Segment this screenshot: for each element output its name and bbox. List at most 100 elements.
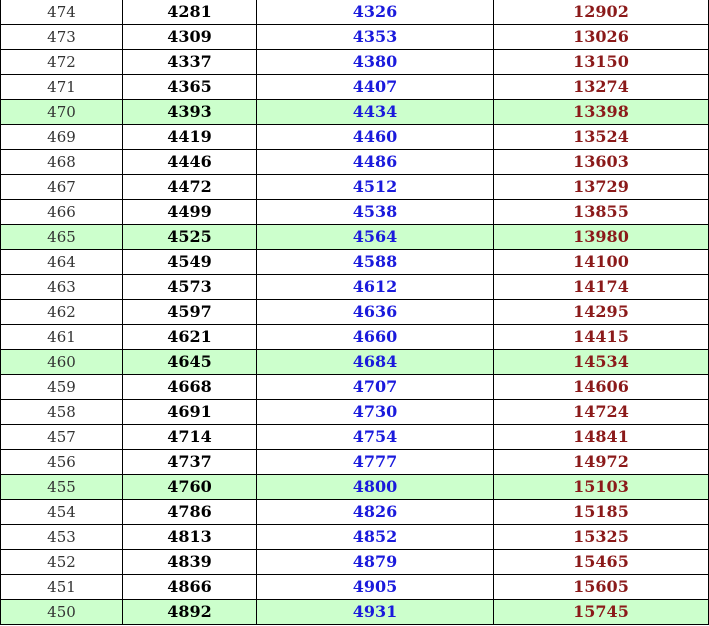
table-row: 471 4365 4407 13274 <box>0 74 709 100</box>
count-a-cell: 4691 <box>122 399 257 425</box>
score-cell: 466 <box>0 199 123 225</box>
score-cell: 457 <box>0 424 123 450</box>
count-c-cell: 15185 <box>493 499 709 525</box>
score-cell: 454 <box>0 499 123 525</box>
table-row: 466 4499 4538 13855 <box>0 199 709 225</box>
score-cell: 462 <box>0 299 123 325</box>
count-a-cell: 4419 <box>122 124 257 150</box>
count-c-cell: 15103 <box>493 474 709 500</box>
count-b-cell: 4380 <box>256 49 494 75</box>
count-b-cell: 4707 <box>256 374 494 400</box>
count-c-cell: 13274 <box>493 74 709 100</box>
count-c-cell: 14415 <box>493 324 709 350</box>
count-a-cell: 4281 <box>122 0 257 25</box>
count-a-cell: 4621 <box>122 324 257 350</box>
count-b-cell: 4852 <box>256 524 494 550</box>
count-c-cell: 13524 <box>493 124 709 150</box>
count-b-cell: 4684 <box>256 349 494 375</box>
count-c-cell: 14100 <box>493 249 709 275</box>
table-row: 461 4621 4660 14415 <box>0 324 709 350</box>
count-c-cell: 13729 <box>493 174 709 200</box>
count-a-cell: 4393 <box>122 99 257 125</box>
score-cell: 468 <box>0 149 123 175</box>
table-row: 452 4839 4879 15465 <box>0 549 709 575</box>
table-row: 464 4549 4588 14100 <box>0 249 709 275</box>
count-c-cell: 15745 <box>493 599 709 625</box>
count-c-cell: 13980 <box>493 224 709 250</box>
count-c-cell: 13026 <box>493 24 709 50</box>
count-a-cell: 4813 <box>122 524 257 550</box>
count-c-cell: 14724 <box>493 399 709 425</box>
table-row: 457 4714 4754 14841 <box>0 424 709 450</box>
table-row: 469 4419 4460 13524 <box>0 124 709 150</box>
score-cell: 469 <box>0 124 123 150</box>
table-row: 456 4737 4777 14972 <box>0 449 709 475</box>
score-cell: 473 <box>0 24 123 50</box>
count-c-cell: 14972 <box>493 449 709 475</box>
count-a-cell: 4737 <box>122 449 257 475</box>
count-b-cell: 4730 <box>256 399 494 425</box>
score-cell: 450 <box>0 599 123 625</box>
table-row: 467 4472 4512 13729 <box>0 174 709 200</box>
count-b-cell: 4879 <box>256 549 494 575</box>
count-c-cell: 14841 <box>493 424 709 450</box>
score-cell: 465 <box>0 224 123 250</box>
score-cell: 459 <box>0 374 123 400</box>
score-cell: 455 <box>0 474 123 500</box>
count-c-cell: 14606 <box>493 374 709 400</box>
score-cell: 474 <box>0 0 123 25</box>
table-row: 473 4309 4353 13026 <box>0 24 709 50</box>
count-b-cell: 4905 <box>256 574 494 600</box>
count-b-cell: 4754 <box>256 424 494 450</box>
table-row: 454 4786 4826 15185 <box>0 499 709 525</box>
score-cell: 463 <box>0 274 123 300</box>
score-cell: 460 <box>0 349 123 375</box>
count-c-cell: 14174 <box>493 274 709 300</box>
table-row: 450 4892 4931 15745 <box>0 599 709 625</box>
count-a-cell: 4573 <box>122 274 257 300</box>
count-a-cell: 4645 <box>122 349 257 375</box>
count-b-cell: 4931 <box>256 599 494 625</box>
count-b-cell: 4800 <box>256 474 494 500</box>
count-a-cell: 4597 <box>122 299 257 325</box>
score-cell: 456 <box>0 449 123 475</box>
count-b-cell: 4538 <box>256 199 494 225</box>
table-row: 458 4691 4730 14724 <box>0 399 709 425</box>
count-b-cell: 4636 <box>256 299 494 325</box>
count-b-cell: 4326 <box>256 0 494 25</box>
count-c-cell: 12902 <box>493 0 709 25</box>
score-cell: 458 <box>0 399 123 425</box>
count-c-cell: 15605 <box>493 574 709 600</box>
count-a-cell: 4839 <box>122 549 257 575</box>
count-a-cell: 4309 <box>122 24 257 50</box>
count-a-cell: 4786 <box>122 499 257 525</box>
table-row: 451 4866 4905 15605 <box>0 574 709 600</box>
score-cell: 451 <box>0 574 123 600</box>
count-c-cell: 13855 <box>493 199 709 225</box>
count-a-cell: 4525 <box>122 224 257 250</box>
count-a-cell: 4472 <box>122 174 257 200</box>
count-a-cell: 4337 <box>122 49 257 75</box>
count-c-cell: 15325 <box>493 524 709 550</box>
table-row: 460 4645 4684 14534 <box>0 349 709 375</box>
count-b-cell: 4486 <box>256 149 494 175</box>
table-row: 468 4446 4486 13603 <box>0 149 709 175</box>
count-b-cell: 4777 <box>256 449 494 475</box>
score-rank-table: 474 4281 4326 12902 473 4309 4353 13026 472 4337 4… <box>0 0 709 625</box>
table-body: 474 4281 4326 12902 473 4309 4353 13026 472 4337 4… <box>0 0 709 625</box>
score-cell: 464 <box>0 249 123 275</box>
count-a-cell: 4892 <box>122 599 257 625</box>
count-b-cell: 4407 <box>256 74 494 100</box>
table-row: 472 4337 4380 13150 <box>0 49 709 75</box>
table-row: 455 4760 4800 15103 <box>0 474 709 500</box>
count-b-cell: 4588 <box>256 249 494 275</box>
count-c-cell: 14295 <box>493 299 709 325</box>
table-row: 470 4393 4434 13398 <box>0 99 709 125</box>
count-b-cell: 4660 <box>256 324 494 350</box>
count-a-cell: 4760 <box>122 474 257 500</box>
score-cell: 467 <box>0 174 123 200</box>
count-c-cell: 13398 <box>493 99 709 125</box>
score-cell: 471 <box>0 74 123 100</box>
score-cell: 452 <box>0 549 123 575</box>
count-c-cell: 13603 <box>493 149 709 175</box>
